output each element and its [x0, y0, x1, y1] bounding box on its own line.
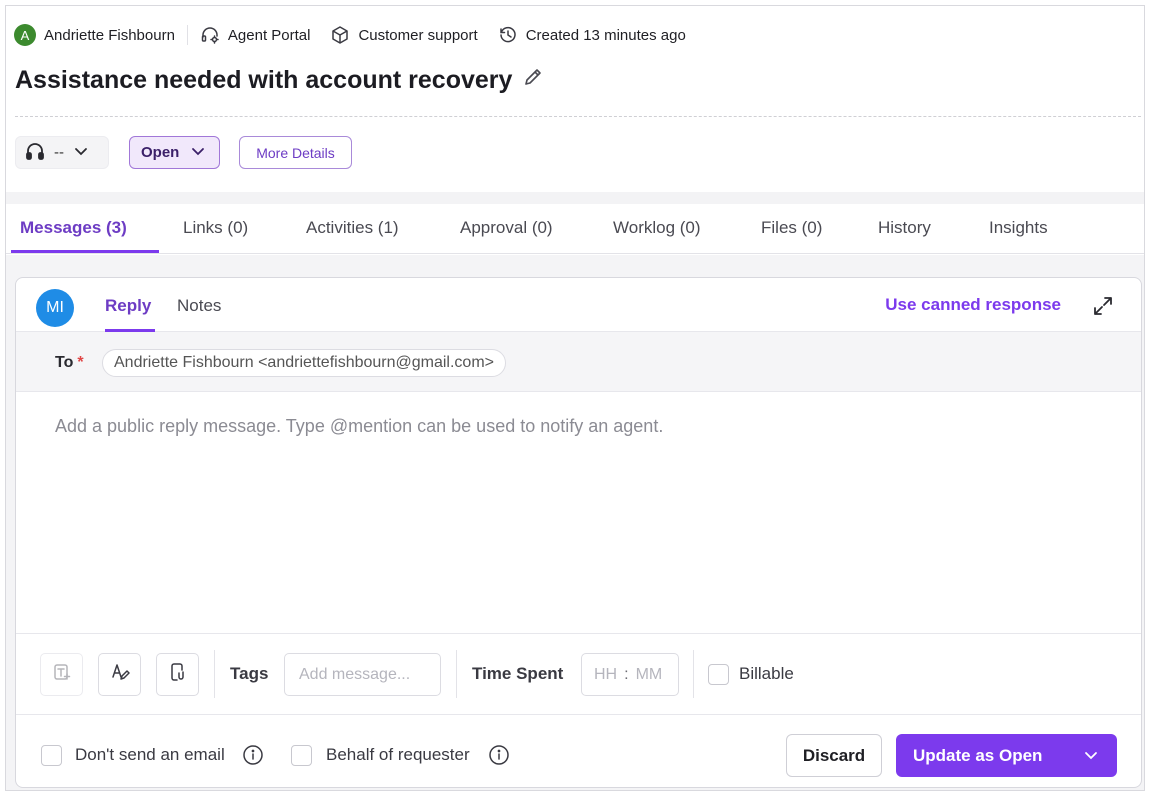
info-icon[interactable] [488, 744, 510, 771]
chevron-down-icon [189, 142, 207, 164]
time-separator: : [624, 665, 629, 683]
time-spent-input[interactable]: HH : MM [581, 653, 679, 696]
group-name: Customer support [358, 26, 478, 44]
hours-field: HH [594, 665, 618, 683]
tab-reply[interactable]: Reply [105, 296, 151, 316]
edit-pencil-icon[interactable] [522, 66, 544, 95]
chevron-down-icon[interactable] [1083, 747, 1099, 768]
update-status-label: Update as Open [913, 745, 1043, 765]
toolbar-divider [214, 650, 215, 698]
ticket-tabs: Messages (3) Links (0) Activities (1) Ap… [6, 204, 1144, 254]
created-time: Created 13 minutes ago [525, 26, 686, 44]
dont-send-email-label: Don't send an email [75, 745, 225, 764]
to-label: To * [55, 354, 84, 371]
dont-send-email-checkbox[interactable] [41, 745, 62, 766]
active-tab-indicator [11, 250, 159, 253]
ticket-window: A Andriette Fishbourn Agent Portal Custo… [5, 5, 1145, 791]
editor-header: MI Reply Notes Use canned response [16, 278, 1141, 332]
status-select-value: Open [141, 144, 180, 161]
cube-icon [330, 25, 350, 45]
tags-label: Tags [230, 664, 269, 683]
tab-approval[interactable]: Approval (0) [460, 218, 553, 238]
agent-avatar: MI [36, 289, 74, 327]
signature-pen-icon [110, 662, 130, 687]
requester-avatar: A [14, 24, 36, 46]
recipient-row: To * Andriette Fishbourn <andriettefishbo… [16, 332, 1141, 392]
ticket-title-row: Assistance needed with account recovery [15, 66, 544, 95]
expand-icon[interactable] [1091, 294, 1115, 323]
ticket-meta-row: A Andriette Fishbourn Agent Portal Custo… [14, 23, 686, 47]
tab-activities[interactable]: Activities (1) [306, 218, 399, 238]
portal-name: Agent Portal [227, 26, 311, 44]
headset-gear-icon [200, 25, 220, 45]
headphones-icon [24, 140, 46, 166]
section-separator [6, 192, 1144, 204]
tab-links[interactable]: Links (0) [183, 218, 248, 238]
agent-select[interactable]: -- [15, 136, 109, 169]
tab-messages[interactable]: Messages (3) [20, 218, 127, 238]
reply-editor: MI Reply Notes Use canned response To * A… [15, 277, 1142, 788]
tab-history[interactable]: History [878, 218, 931, 238]
chevron-down-icon [72, 142, 90, 164]
requester-info[interactable]: A Andriette Fishbourn [14, 24, 175, 46]
billable-label: Billable [739, 664, 794, 683]
update-status-button[interactable]: Update as Open [896, 734, 1117, 777]
toolbar-divider [456, 650, 457, 698]
attach-button[interactable] [156, 653, 199, 696]
message-textarea[interactable]: Add a public reply message. Type @mentio… [55, 416, 663, 437]
editor-footer: Don't send an email Behalf of requester … [16, 715, 1141, 787]
tags-input[interactable]: Add message... [284, 653, 441, 696]
discard-button[interactable]: Discard [786, 734, 882, 777]
attachment-icon [168, 662, 188, 687]
tab-notes[interactable]: Notes [177, 296, 221, 316]
portal-info: Agent Portal [200, 25, 311, 45]
signature-button[interactable] [98, 653, 141, 696]
tab-files[interactable]: Files (0) [761, 218, 822, 238]
requester-name: Andriette Fishbourn [44, 26, 175, 44]
behalf-of-requester-label: Behalf of requester [326, 745, 470, 764]
text-format-icon [52, 662, 72, 687]
history-clock-icon [498, 25, 518, 45]
behalf-of-requester-checkbox[interactable] [291, 745, 312, 766]
text-format-button[interactable] [40, 653, 83, 696]
canned-response-link[interactable]: Use canned response [885, 295, 1061, 315]
group-info: Customer support [330, 25, 478, 45]
editor-toolbar: Tags Add message... Time Spent HH : MM B… [16, 633, 1141, 715]
tab-insights[interactable]: Insights [989, 218, 1048, 238]
recipient-chip[interactable]: Andriette Fishbourn <andriettefishbourn@… [102, 349, 506, 377]
info-icon[interactable] [242, 744, 264, 771]
status-select[interactable]: Open [129, 136, 220, 169]
billable-checkbox[interactable] [708, 664, 729, 685]
more-details-button[interactable]: More Details [239, 136, 352, 169]
tab-worklog[interactable]: Worklog (0) [613, 218, 701, 238]
time-spent-label: Time Spent [472, 664, 564, 683]
header-divider [15, 116, 1141, 117]
meta-divider [186, 25, 188, 45]
ticket-title: Assistance needed with account recovery [15, 66, 513, 94]
agent-select-value: -- [54, 144, 64, 161]
toolbar-divider [693, 650, 694, 698]
created-info: Created 13 minutes ago [498, 25, 686, 45]
minutes-field: MM [635, 665, 663, 683]
required-marker: * [77, 354, 84, 371]
